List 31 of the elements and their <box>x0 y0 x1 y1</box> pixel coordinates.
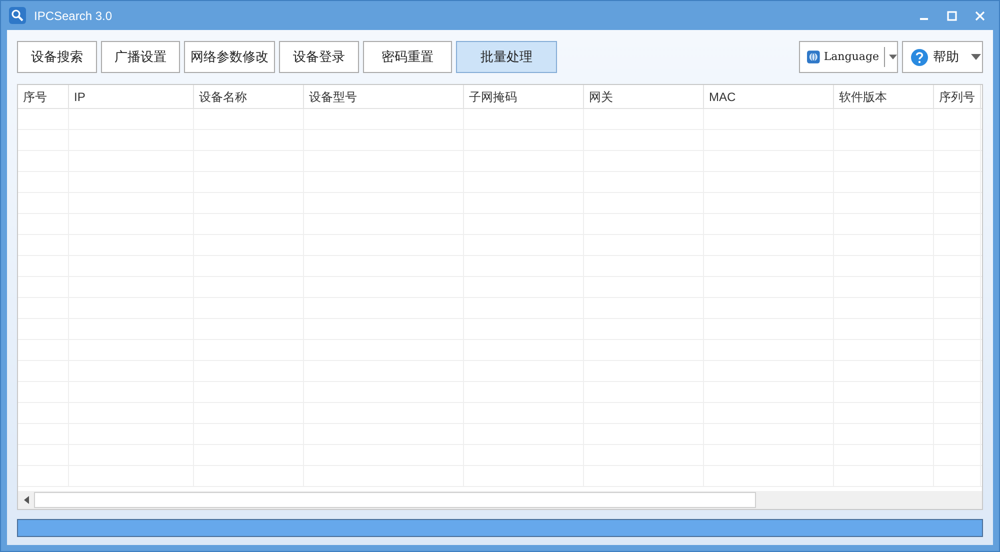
column-header[interactable]: 软件版本 <box>834 85 934 108</box>
language-dropdown[interactable]: Language <box>799 41 898 73</box>
column-header[interactable]: 子网掩码 <box>464 85 584 108</box>
column-header[interactable]: IP <box>69 85 194 108</box>
horizontal-scrollbar[interactable] <box>18 491 982 509</box>
help-icon <box>911 48 928 66</box>
toolbar-button[interactable]: 网络参数修改 <box>184 41 275 73</box>
window-title: IPCSearch 3.0 <box>34 8 112 24</box>
toolbar-button[interactable]: 设备登录 <box>279 41 359 73</box>
column-header[interactable]: 网关 <box>584 85 704 108</box>
help-label: 帮助 <box>933 48 959 66</box>
column-header[interactable]: 设备型号 <box>304 85 464 108</box>
caret-icon <box>971 54 981 60</box>
scrollbar-thumb[interactable] <box>34 492 756 508</box>
close-icon <box>975 10 985 20</box>
scroll-left-icon[interactable] <box>24 496 28 504</box>
column-header[interactable]: MAC <box>704 85 834 108</box>
column-header[interactable]: 序号 <box>18 85 69 108</box>
magnifier-icon <box>9 7 26 24</box>
column-header[interactable]: 设备名称 <box>194 85 304 108</box>
minimize-icon <box>920 18 928 20</box>
toolbar-button[interactable]: 广播设置 <box>101 41 180 73</box>
maximize-icon <box>947 10 957 20</box>
toolbar-button[interactable]: 设备搜索 <box>17 41 97 73</box>
caret-icon <box>889 54 897 60</box>
column-header[interactable]: 序列号 <box>934 85 981 108</box>
toolbar-button[interactable]: 密码重置 <box>363 41 452 73</box>
language-label: Language <box>824 48 879 65</box>
help-dropdown[interactable]: 帮助 <box>902 41 983 73</box>
toolbar-button[interactable]: 批量处理 <box>456 41 557 73</box>
globe-icon <box>807 49 820 65</box>
